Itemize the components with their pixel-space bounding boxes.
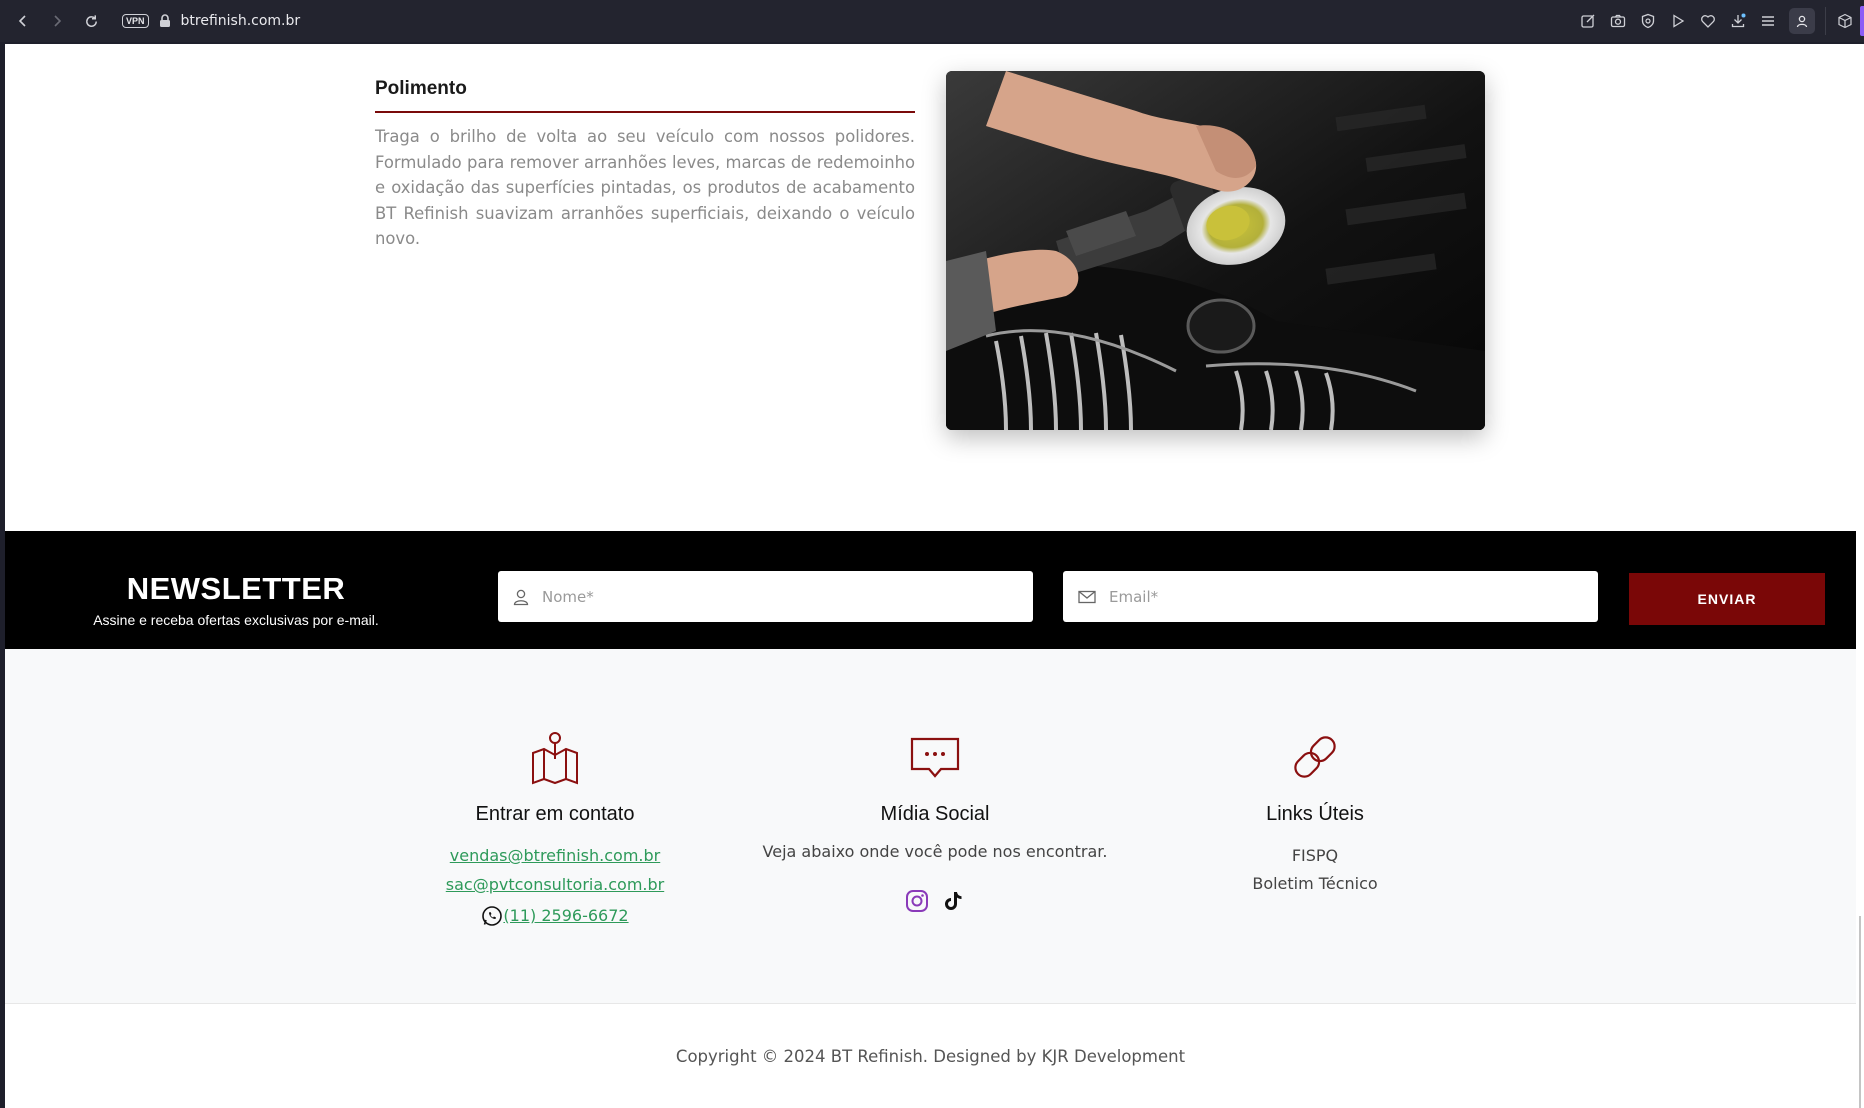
sidebar-indicator [1860,6,1864,36]
newsletter-subtitle: Assine e receba ofertas exclusivas por e… [93,612,379,628]
copyright-text: Copyright © 2024 BT Refinish. Designed b… [675,1047,1186,1066]
map-pin-icon [532,732,578,785]
link-boletim-tecnico[interactable]: Boletim Técnico [1125,870,1505,898]
envelope-icon [1078,590,1096,603]
tiktok-icon[interactable] [941,889,965,913]
cube-icon[interactable] [1830,6,1860,36]
social-title: Mídia Social [880,803,990,825]
links-title: Links Úteis [1266,803,1364,825]
sales-email-link[interactable]: vendas@btrefinish.com.br [365,841,745,870]
polisher-photo [946,71,1485,430]
menu-icon[interactable] [1753,6,1783,36]
whatsapp-icon [482,905,503,926]
useful-links: FISPQ Boletim Técnico [1125,842,1505,898]
name-placeholder: Nome* [542,587,594,606]
profile-icon[interactable] [1789,8,1815,34]
download-icon[interactable] [1723,6,1753,36]
browser-toolbar: VPN btrefinish.com.br [0,0,1864,42]
name-input[interactable]: Nome* [498,571,1033,622]
toolbar-separator [1825,7,1826,35]
social-icons [745,889,1125,913]
vpn-badge[interactable]: VPN [122,14,149,28]
user-icon [513,589,529,605]
footer: Entrar em contato vendas@btrefinish.com.… [5,649,1856,1003]
product-description: Traga o brilho de volta ao seu veículo c… [375,127,915,248]
camera-icon[interactable] [1603,6,1633,36]
contact-links: vendas@btrefinish.com.br sac@pvtconsulto… [365,841,745,931]
scrollbar-thumb[interactable] [1859,916,1861,1108]
forward-icon[interactable] [40,4,74,38]
shield-icon[interactable] [1633,6,1663,36]
newsletter-section: NEWSLETTER Assine e receba ofertas exclu… [5,531,1856,649]
play-icon[interactable] [1663,6,1693,36]
link-icon [1294,736,1336,778]
instagram-icon[interactable] [905,889,929,913]
whatsapp-link[interactable]: (11) 2596-6672 [481,901,629,930]
chat-bubble-icon [910,737,960,778]
social-text: Veja abaixo onde você pode nos encontrar… [762,842,1108,861]
phone-number: (11) 2596-6672 [503,906,629,925]
lock-icon[interactable] [159,14,171,28]
email-placeholder: Email* [1109,587,1159,606]
email-input[interactable]: Email* [1063,571,1598,622]
product-title: Polimento [375,78,467,99]
product-section: Polimento Traga o brilho de volta ao seu… [5,44,1856,531]
title-divider [375,111,915,113]
copyright-bar: Copyright © 2024 BT Refinish. Designed b… [5,1004,1856,1108]
reload-icon[interactable] [74,4,108,38]
page-scrollbar[interactable] [1856,44,1864,1108]
sac-email-link[interactable]: sac@pvtconsultoria.com.br [365,870,745,899]
submit-button[interactable]: ENVIAR [1629,573,1825,625]
contact-title: Entrar em contato [475,803,635,825]
newsletter-title: NEWSLETTER [126,571,346,606]
link-fispq[interactable]: FISPQ [1125,842,1505,870]
address-bar[interactable]: btrefinish.com.br [181,13,301,29]
web-page: Polimento Traga o brilho de volta ao seu… [5,44,1856,1108]
back-icon[interactable] [6,4,40,38]
heart-icon[interactable] [1693,6,1723,36]
edit-icon[interactable] [1573,6,1603,36]
